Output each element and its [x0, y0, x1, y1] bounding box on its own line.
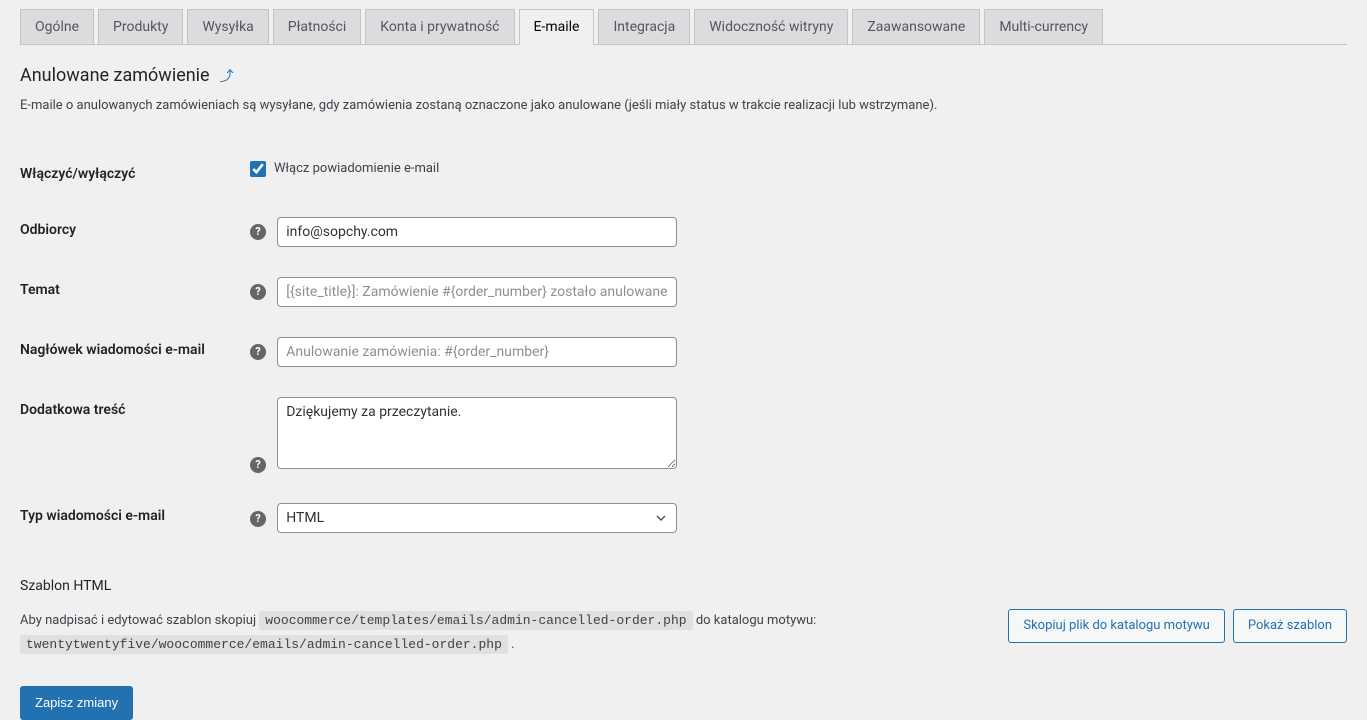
- template-text-1: Aby nadpisać i edytować szablon skopiuj: [20, 613, 259, 628]
- tab-general[interactable]: Ogólne: [20, 9, 94, 45]
- enable-label: Włączyć/wyłączyć: [20, 146, 240, 202]
- template-row: Aby nadpisać i edytować szablon skopiuj …: [20, 609, 1347, 656]
- template-buttons: Skopiuj plik do katalogu motywu Pokaż sz…: [1008, 609, 1347, 643]
- enable-checkbox-label: Włącz powiadomienie e-mail: [274, 161, 439, 176]
- page-title-text: Anulowane zamówienie: [20, 65, 210, 86]
- tab-products[interactable]: Produkty: [98, 9, 183, 45]
- help-icon[interactable]: ?: [250, 344, 266, 360]
- additional-label: Dodatkowa treść: [20, 402, 125, 418]
- template-text-3: .: [511, 637, 514, 652]
- heading-label: Nagłówek wiadomości e-mail: [20, 342, 205, 358]
- template-section-header: Szablon HTML: [20, 578, 1347, 594]
- settings-form: Włączyć/wyłączyć Włącz powiadomienie e-m…: [20, 146, 1347, 549]
- submit-row: Zapisz zmiany: [20, 686, 1347, 720]
- email-type-label: Typ wiadomości e-mail: [20, 508, 165, 524]
- copy-template-button[interactable]: Skopiuj plik do katalogu motywu: [1008, 609, 1225, 643]
- template-description: Aby nadpisać i edytować szablon skopiuj …: [20, 609, 988, 656]
- template-text-2: do katalogu motywu:: [696, 613, 817, 628]
- template-source-path: woocommerce/templates/emails/admin-cance…: [259, 611, 692, 630]
- tab-payments[interactable]: Płatności: [273, 9, 362, 45]
- additional-textarea[interactable]: Dziękujemy za przeczytanie.: [277, 397, 677, 469]
- save-button[interactable]: Zapisz zmiany: [20, 686, 133, 720]
- help-icon[interactable]: ?: [250, 457, 266, 473]
- enable-checkbox-wrapper[interactable]: Włącz powiadomienie e-mail: [250, 161, 1337, 177]
- recipients-label: Odbiorcy: [20, 222, 76, 238]
- subject-label: Temat: [20, 282, 60, 298]
- help-icon[interactable]: ?: [250, 284, 266, 300]
- tab-multi-currency[interactable]: Multi-currency: [984, 9, 1103, 45]
- tab-integration[interactable]: Integracja: [598, 9, 690, 45]
- email-type-select[interactable]: HTML: [277, 503, 677, 533]
- help-icon[interactable]: ?: [250, 224, 266, 240]
- tab-shipping[interactable]: Wysyłka: [187, 9, 268, 45]
- template-dest-path: twentytwentyfive/woocommerce/emails/admi…: [20, 635, 508, 654]
- back-arrow-icon[interactable]: ⤴: [220, 66, 234, 86]
- tab-emails[interactable]: E-maile: [519, 9, 595, 45]
- heading-input[interactable]: [277, 337, 677, 367]
- help-icon[interactable]: ?: [250, 511, 266, 527]
- settings-tabs: Ogólne Produkty Wysyłka Płatności Konta …: [20, 0, 1347, 45]
- enable-checkbox[interactable]: [250, 161, 266, 177]
- subject-input[interactable]: [277, 277, 677, 307]
- show-template-button[interactable]: Pokaż szablon: [1233, 609, 1347, 643]
- page-title: Anulowane zamówienie ⤴: [20, 65, 1347, 86]
- tab-site-visibility[interactable]: Widoczność witryny: [694, 9, 848, 45]
- tab-accounts[interactable]: Konta i prywatność: [365, 9, 514, 45]
- recipients-input[interactable]: [277, 217, 677, 247]
- tab-advanced[interactable]: Zaawansowane: [852, 9, 980, 45]
- page-description: E-maile o anulowanych zamówieniach są wy…: [20, 96, 1347, 116]
